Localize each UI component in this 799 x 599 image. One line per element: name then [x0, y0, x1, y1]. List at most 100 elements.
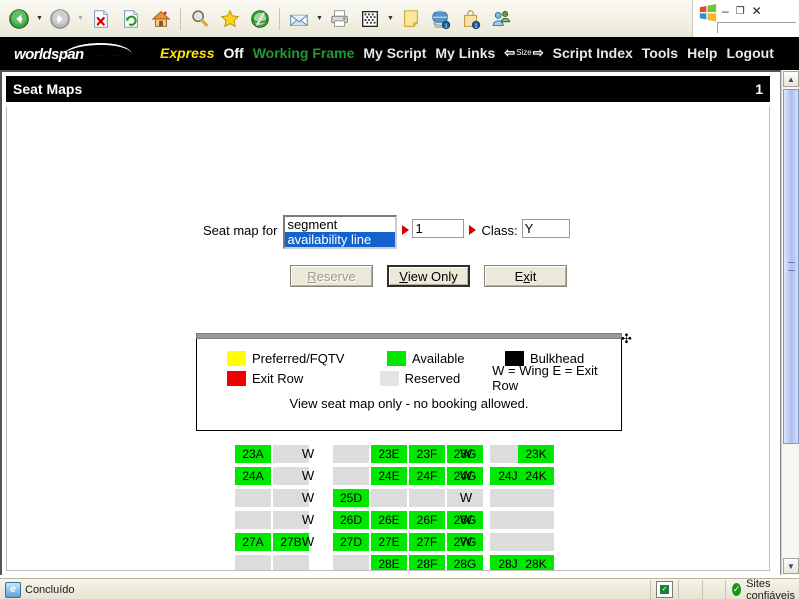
- svg-text:1: 1: [475, 23, 478, 29]
- seat-reserved: [518, 533, 554, 551]
- seat-map-form: Seat map for segment availability line 1…: [203, 215, 570, 249]
- minimize-button[interactable]: –: [722, 4, 729, 18]
- forward-button[interactable]: [45, 4, 75, 34]
- edit-button[interactable]: [355, 4, 385, 34]
- listbox-option-segment[interactable]: segment: [285, 217, 395, 232]
- exit-button[interactable]: Ex it: [484, 265, 567, 287]
- forward-icon: [50, 8, 70, 29]
- seat-26E[interactable]: 26E: [371, 511, 407, 529]
- nav-link-off[interactable]: Off: [223, 45, 243, 61]
- seat-23E[interactable]: 23E: [371, 445, 407, 463]
- favorites-button[interactable]: [215, 4, 245, 34]
- seat-24K[interactable]: 24K: [518, 467, 554, 485]
- seat-26F[interactable]: 26F: [409, 511, 445, 529]
- seat-25D[interactable]: 25D: [333, 489, 369, 507]
- search-button[interactable]: [185, 4, 215, 34]
- scroll-up-icon[interactable]: ▲: [783, 71, 799, 87]
- nav-link-script-index[interactable]: Script Index: [553, 45, 633, 61]
- nav-link-my-links[interactable]: My Links: [435, 45, 495, 61]
- print-button[interactable]: [325, 4, 355, 34]
- legend-item-exit-row: Exit Row: [227, 370, 380, 386]
- windows-logo-icon: [699, 4, 717, 22]
- seat-27F[interactable]: 27F: [409, 533, 445, 551]
- shopping-button[interactable]: 1: [456, 4, 486, 34]
- seat-27D[interactable]: 27D: [333, 533, 369, 551]
- seat-24F[interactable]: 24F: [409, 467, 445, 485]
- search-icon: [192, 9, 208, 27]
- seat-reserved: [273, 555, 309, 570]
- seat-28K[interactable]: 28K: [518, 555, 554, 570]
- mail-button[interactable]: [284, 4, 314, 34]
- legend-swatch-available: [387, 350, 406, 366]
- wing-marker: W: [301, 534, 315, 549]
- legend-item-preferred: Preferred/FQTV: [227, 350, 387, 366]
- scrollbar-thumb[interactable]: [783, 89, 799, 444]
- arrow-right-icon: [469, 225, 477, 235]
- back-button[interactable]: [4, 4, 34, 34]
- nav-link-logout[interactable]: Logout: [726, 45, 773, 61]
- seat-28F[interactable]: 28F: [409, 555, 445, 570]
- nav-link-tools[interactable]: Tools: [642, 45, 678, 61]
- reserve-button[interactable]: Reserve: [290, 265, 373, 287]
- mail-dropdown-icon[interactable]: ▼: [314, 4, 325, 34]
- view-only-button[interactable]: View Only: [387, 265, 470, 287]
- seat-24A[interactable]: 24A: [235, 467, 271, 485]
- segment-number-field[interactable]: 1: [412, 219, 465, 238]
- legend-label-available: Available: [412, 350, 465, 366]
- nav-link-working-frame[interactable]: Working Frame: [253, 45, 355, 61]
- security-zone-area[interactable]: ✓ Sites confiáveis: [726, 578, 799, 599]
- seat-23F[interactable]: 23F: [409, 445, 445, 463]
- legend-swatch-exit-row: [227, 370, 246, 386]
- seat-28E[interactable]: 28E: [371, 555, 407, 570]
- legend-content: Preferred/FQTV Available Bulkhead Exit R…: [197, 340, 621, 411]
- legend-item-wing-exit: W = Wing E = Exit Row: [492, 363, 621, 393]
- form-buttons: Reserve View Only Ex it: [290, 265, 567, 287]
- nav-link-my-script[interactable]: My Script: [363, 45, 426, 61]
- seat-26D[interactable]: 26D: [333, 511, 369, 529]
- toolbar-separator: [279, 7, 280, 30]
- status-message-area: e Concluído: [0, 580, 651, 599]
- seat-23K[interactable]: 23K: [518, 445, 554, 463]
- page-container: Seat Maps 1 Seat map for segment availab…: [0, 70, 781, 575]
- seat-map-source-listbox[interactable]: segment availability line: [283, 215, 398, 249]
- page-vertical-scrollbar[interactable]: ▲ ▼: [781, 70, 799, 575]
- seat-24E[interactable]: 24E: [371, 467, 407, 485]
- listbox-option-availability-line[interactable]: availability line: [285, 232, 396, 247]
- forward-dropdown-icon[interactable]: ▼: [75, 4, 86, 34]
- notes-button[interactable]: [396, 4, 426, 34]
- legend-label-exit-row: Exit Row: [252, 370, 304, 386]
- back-dropdown-icon[interactable]: ▼: [34, 4, 45, 34]
- close-button[interactable]: ✕: [752, 4, 762, 18]
- content-frame: Seat map for segment availability line 1…: [6, 106, 770, 571]
- nav-link-help[interactable]: Help: [687, 45, 717, 61]
- nav-link-express[interactable]: Express: [160, 45, 214, 61]
- restore-button[interactable]: ❐: [736, 6, 745, 17]
- class-field[interactable]: Y: [521, 219, 570, 238]
- seat-map-for-label: Seat map for: [203, 223, 278, 238]
- status-offline-cell[interactable]: ✓: [651, 580, 679, 599]
- legend-label-wing-exit: W = Wing E = Exit Row: [492, 363, 598, 393]
- history-button[interactable]: [245, 4, 275, 34]
- shopping-bag-icon: 1: [464, 9, 481, 29]
- wing-marker: W: [459, 534, 473, 549]
- edit-dropdown-icon[interactable]: ▼: [385, 4, 396, 34]
- seat-28G[interactable]: 28G: [447, 555, 483, 570]
- home-button[interactable]: [146, 4, 176, 34]
- favorites-star-icon: [220, 9, 240, 27]
- messenger-button[interactable]: 1: [426, 4, 456, 34]
- contacts-button[interactable]: [486, 4, 516, 34]
- seat-reserved: [518, 511, 554, 529]
- history-icon: [251, 9, 269, 28]
- legend-drag-grip[interactable]: [196, 333, 622, 339]
- refresh-button[interactable]: [116, 4, 146, 34]
- worldspan-navbar: worldspan Express Off Working Frame My S…: [0, 37, 799, 70]
- browser-window: ▼ ▼ ▼ ▼ 1 1 – ❐ ✕ worldspan Express Off …: [0, 0, 799, 599]
- nav-link-size[interactable]: ⇦ Size ⇨: [504, 45, 543, 61]
- seat-27A[interactable]: 27A: [235, 533, 271, 551]
- scroll-down-icon[interactable]: ▼: [783, 558, 799, 574]
- wing-marker: W: [301, 468, 315, 483]
- seat-27E[interactable]: 27E: [371, 533, 407, 551]
- stop-button[interactable]: [86, 4, 116, 34]
- seat-23A[interactable]: 23A: [235, 445, 271, 463]
- wing-marker: W: [459, 468, 473, 483]
